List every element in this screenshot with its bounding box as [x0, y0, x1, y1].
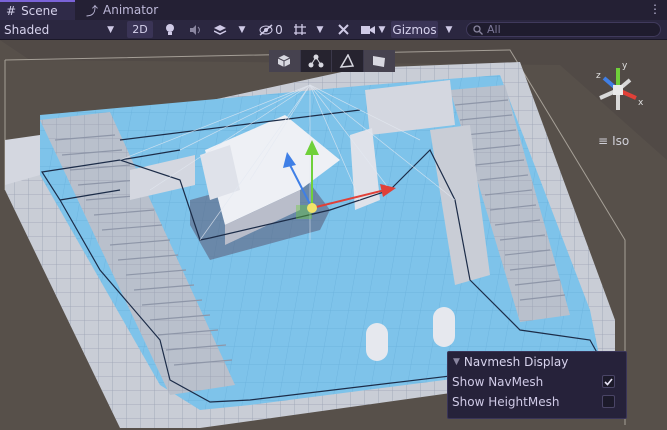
search-input[interactable]: All [466, 22, 661, 37]
tab-scene[interactable]: # Scene [0, 0, 75, 20]
show-navmesh-label: Show NavMesh [452, 375, 544, 389]
axis-x-label: x [638, 98, 644, 108]
lightbulb-icon [166, 24, 174, 35]
tab-scene-label: Scene [21, 4, 58, 18]
tool-flag[interactable] [363, 50, 395, 72]
tool-nodes[interactable] [301, 50, 332, 72]
show-heightmesh-checkbox[interactable] [602, 395, 615, 408]
show-navmesh-row: Show NavMesh [448, 372, 626, 392]
tab-animator-label: Animator [103, 3, 159, 17]
grid-dropdown[interactable]: ▼ [313, 21, 327, 38]
audio-toggle[interactable] [185, 21, 205, 38]
chevron-down-icon: ▼ [445, 24, 453, 35]
effects-toggle[interactable] [210, 21, 230, 38]
gizmos-button[interactable]: Gizmos [391, 21, 438, 38]
grid-snap-icon [294, 24, 306, 35]
more-options-icon[interactable]: ⋮ [649, 2, 661, 16]
layers-icon [213, 24, 226, 35]
scene-toolbar: Shaded ▼ 2D ▼ 0 ▼ ▼ Gizmos ▼ All [0, 20, 667, 40]
draw-mode-label: Shaded [4, 22, 50, 37]
tools-icon [337, 24, 349, 35]
tab-animator[interactable]: ⤴ Animator [80, 0, 170, 20]
nodes-icon [308, 54, 324, 68]
camera-icon [361, 26, 375, 34]
orientation-gizmo[interactable]: y x z [588, 60, 648, 140]
navmesh-display-panel: ▼ Navmesh Display Show NavMesh Show Heig… [447, 351, 627, 419]
search-placeholder: All [487, 23, 501, 36]
axis-gizmo-icon: y x z [596, 61, 644, 110]
show-navmesh-checkbox[interactable] [602, 375, 615, 388]
toggle-2d-label: 2D [132, 23, 148, 36]
projection-label: Iso [612, 134, 630, 148]
path-icon [339, 54, 355, 68]
cube-icon [278, 55, 291, 67]
gizmos-label: Gizmos [392, 22, 437, 37]
gizmos-dropdown[interactable]: ▼ [441, 21, 457, 38]
grid-icon: # [6, 4, 17, 18]
search-icon [473, 24, 483, 35]
collapse-triangle-icon[interactable]: ▼ [453, 357, 460, 367]
scene-tools-overlay [269, 50, 395, 72]
toggle-2d-button[interactable]: 2D [127, 21, 153, 38]
panel-header[interactable]: ▼ Navmesh Display [448, 352, 626, 372]
chevron-down-icon: ▼ [378, 24, 386, 35]
menu-lines-icon: ≡ [598, 134, 609, 148]
tool-path[interactable] [332, 50, 364, 72]
axis-y-label: y [622, 61, 628, 71]
checkmark-icon [604, 377, 613, 386]
effects-dropdown[interactable]: ▼ [234, 21, 250, 38]
camera-settings-button[interactable] [358, 21, 378, 38]
flag-icon [373, 56, 386, 67]
chevron-down-icon: ▼ [238, 24, 246, 35]
show-heightmesh-label: Show HeightMesh [452, 395, 560, 409]
scene-viewport[interactable]: y x z ≡ Iso ▼ Navmesh Display Show NavMe… [0, 40, 667, 430]
camera-dropdown[interactable]: ▼ [376, 21, 388, 38]
draw-mode-dropdown[interactable]: Shaded ▼ [4, 21, 118, 38]
scene-visibility-toggle[interactable]: 0 [256, 21, 286, 38]
hidden-count: 0 [275, 22, 283, 37]
chevron-down-icon: ▼ [107, 24, 114, 35]
projection-toggle[interactable]: ≡ Iso [598, 134, 629, 148]
grid-snapping-toggle[interactable] [289, 21, 311, 38]
tool-cube[interactable] [269, 50, 301, 72]
chevron-down-icon: ▼ [316, 24, 324, 35]
lighting-toggle[interactable] [160, 21, 180, 38]
tab-bar: # Scene ⤴ Animator ⋮ [0, 0, 667, 20]
axis-z-label: z [596, 71, 601, 81]
animator-icon: ⤴ [86, 3, 99, 18]
tools-toggle[interactable] [333, 21, 353, 38]
speaker-icon [189, 24, 200, 35]
panel-title: Navmesh Display [463, 355, 569, 369]
hidden-eye-icon [259, 23, 273, 36]
show-heightmesh-row: Show HeightMesh [448, 392, 626, 412]
